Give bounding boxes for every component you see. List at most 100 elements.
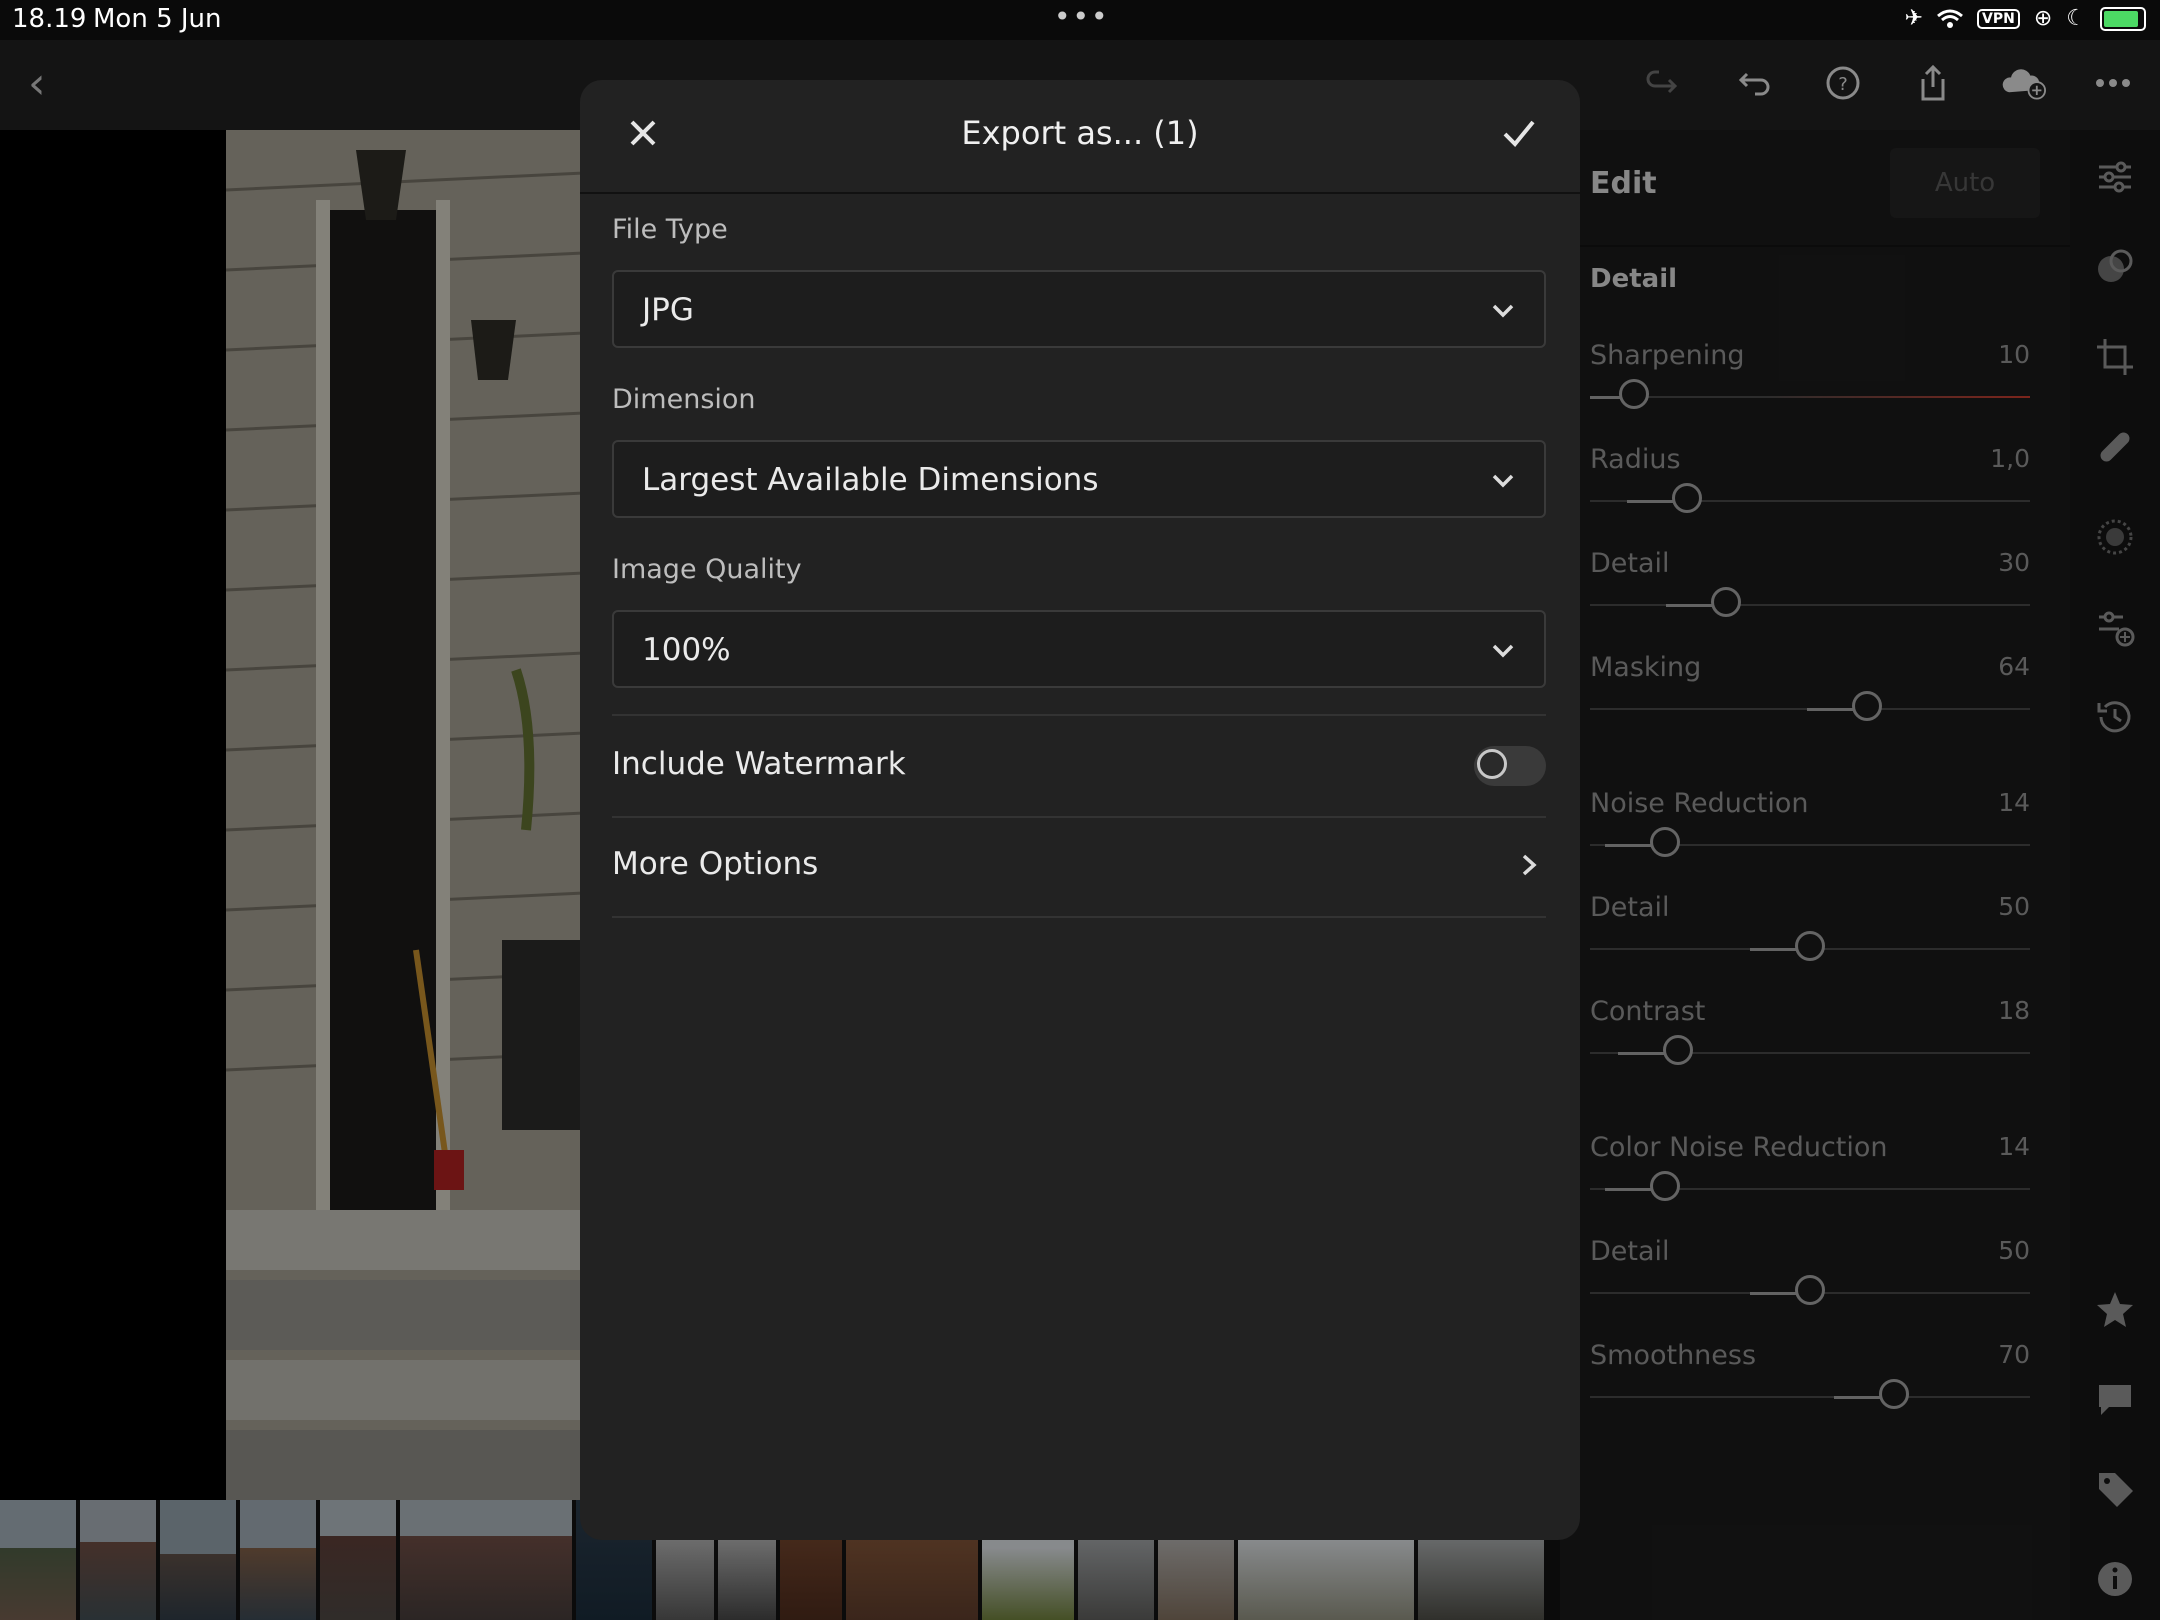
slider-knob[interactable] bbox=[1663, 1035, 1693, 1065]
canvas-background bbox=[0, 130, 226, 1500]
dimension-select[interactable]: Largest Available Dimensions bbox=[612, 440, 1546, 518]
slider-label: Contrast bbox=[1590, 996, 1706, 1027]
slider-label: Radius bbox=[1590, 444, 1681, 475]
slider-knob[interactable] bbox=[1619, 379, 1649, 409]
vpn-badge: VPN bbox=[1977, 8, 2020, 29]
battery-icon bbox=[2100, 6, 2146, 31]
thumbnail[interactable] bbox=[320, 1500, 396, 1620]
slider-track[interactable] bbox=[1590, 604, 2030, 606]
slider-masking[interactable]: Masking 64 bbox=[1590, 652, 2030, 732]
slider-detail[interactable]: Detail 50 bbox=[1590, 1236, 2030, 1316]
slider-knob[interactable] bbox=[1672, 483, 1702, 513]
slider-label: Detail bbox=[1590, 548, 1670, 579]
slider-value: 64 bbox=[1998, 652, 2030, 681]
file-type-label: File Type bbox=[612, 214, 728, 245]
slider-detail[interactable]: Detail 30 bbox=[1590, 548, 2030, 628]
comment-icon[interactable] bbox=[2092, 1376, 2138, 1422]
slider-knob[interactable] bbox=[1650, 827, 1680, 857]
image-quality-select[interactable]: 100% bbox=[612, 610, 1546, 688]
masking-icon[interactable] bbox=[2092, 244, 2138, 290]
confirm-check-icon[interactable] bbox=[1496, 110, 1542, 156]
blur-icon[interactable] bbox=[2092, 514, 2138, 560]
tag-icon[interactable] bbox=[2092, 1466, 2138, 1512]
slider-value: 14 bbox=[1998, 788, 2030, 817]
presets-icon[interactable] bbox=[2092, 604, 2138, 650]
panel-divider bbox=[1560, 245, 2070, 247]
status-icons: ✈ VPN ⊕ ☾ bbox=[1905, 6, 2146, 31]
slider-track[interactable] bbox=[1590, 1396, 2030, 1398]
thumbnail[interactable] bbox=[80, 1500, 156, 1620]
chevron-right-icon[interactable] bbox=[1518, 850, 1542, 880]
info-icon[interactable] bbox=[2092, 1556, 2138, 1602]
wifi-icon bbox=[1937, 9, 1963, 28]
auto-button[interactable]: Auto bbox=[1890, 148, 2040, 218]
slider-value: 50 bbox=[1998, 892, 2030, 921]
slider-label: Smoothness bbox=[1590, 1340, 1757, 1371]
slider-contrast[interactable]: Contrast 18 bbox=[1590, 996, 2030, 1076]
history-icon[interactable] bbox=[2092, 694, 2138, 740]
slider-detail[interactable]: Detail 50 bbox=[1590, 892, 2030, 972]
slider-knob[interactable] bbox=[1795, 1275, 1825, 1305]
file-type-select[interactable]: JPG bbox=[612, 270, 1546, 348]
dialog-header: Export as... (1) bbox=[580, 80, 1580, 194]
chevron-down-icon bbox=[1492, 474, 1514, 488]
chevron-down-icon bbox=[1492, 644, 1514, 658]
watermark-toggle[interactable] bbox=[1474, 746, 1546, 786]
slider-knob[interactable] bbox=[1711, 587, 1741, 617]
slider-label: Color Noise Reduction bbox=[1590, 1132, 1888, 1163]
slider-track[interactable] bbox=[1590, 396, 2030, 398]
slider-value: 10 bbox=[1998, 340, 2030, 369]
slider-value: 50 bbox=[1998, 1236, 2030, 1265]
dimension-label: Dimension bbox=[612, 384, 756, 415]
thumbnail[interactable] bbox=[160, 1500, 236, 1620]
thumbnail[interactable] bbox=[240, 1500, 316, 1620]
slider-knob[interactable] bbox=[1795, 931, 1825, 961]
more-options-label[interactable]: More Options bbox=[612, 846, 818, 882]
status-bar: 18.19 Mon 5 Jun ••• ✈ VPN ⊕ ☾ bbox=[0, 0, 2160, 40]
slider-noise-reduction[interactable]: Noise Reduction 14 bbox=[1590, 788, 2030, 868]
healing-icon[interactable] bbox=[2092, 424, 2138, 470]
section-title: Detail bbox=[1590, 264, 1678, 294]
slider-knob[interactable] bbox=[1852, 691, 1882, 721]
dialog-title: Export as... (1) bbox=[961, 114, 1199, 152]
slider-label: Detail bbox=[1590, 892, 1670, 923]
slider-value: 18 bbox=[1998, 996, 2030, 1025]
file-type-value: JPG bbox=[642, 292, 694, 328]
slider-knob[interactable] bbox=[1879, 1379, 1909, 1409]
slider-radius[interactable]: Radius 1,0 bbox=[1590, 444, 2030, 524]
divider bbox=[612, 816, 1546, 818]
back-icon[interactable]: ‹ bbox=[28, 58, 46, 109]
slider-value: 70 bbox=[1998, 1340, 2030, 1369]
redo-icon[interactable] bbox=[1640, 60, 1686, 106]
tool-sidebar bbox=[2070, 130, 2160, 1620]
slider-value: 14 bbox=[1998, 1132, 2030, 1161]
divider bbox=[612, 916, 1546, 918]
svg-text:?: ? bbox=[1838, 74, 1848, 95]
airplane-icon: ✈ bbox=[1904, 6, 1924, 31]
adjust-sliders-icon[interactable] bbox=[2092, 154, 2138, 200]
moon-icon: ☾ bbox=[2066, 6, 2086, 31]
slider-sharpening[interactable]: Sharpening 10 bbox=[1590, 340, 2030, 420]
edit-panel: Edit Auto ⌄ Detail Sharpening10Radius1,0… bbox=[1560, 130, 2070, 1620]
multitask-dots[interactable]: ••• bbox=[1054, 0, 1110, 33]
slider-value: 1,0 bbox=[1990, 444, 2030, 473]
rating-star-icon[interactable] bbox=[2092, 1286, 2138, 1332]
divider bbox=[612, 714, 1546, 716]
crop-icon[interactable] bbox=[2092, 334, 2138, 380]
more-icon[interactable] bbox=[2090, 60, 2136, 106]
slider-smoothness[interactable]: Smoothness 70 bbox=[1590, 1340, 2030, 1420]
undo-icon[interactable] bbox=[1730, 60, 1776, 106]
slider-color-noise-reduction[interactable]: Color Noise Reduction 14 bbox=[1590, 1132, 2030, 1212]
slider-label: Detail bbox=[1590, 1236, 1670, 1267]
edit-title: Edit bbox=[1590, 166, 1657, 201]
thumbnail[interactable] bbox=[400, 1500, 572, 1620]
thumbnail[interactable] bbox=[0, 1500, 76, 1620]
help-icon[interactable]: ? bbox=[1820, 60, 1866, 106]
image-quality-label: Image Quality bbox=[612, 554, 802, 585]
share-icon[interactable] bbox=[1910, 60, 1956, 106]
slider-value: 30 bbox=[1998, 548, 2030, 577]
cloud-add-icon[interactable] bbox=[2000, 60, 2046, 106]
slider-knob[interactable] bbox=[1650, 1171, 1680, 1201]
slider-label: Masking bbox=[1590, 652, 1702, 683]
dimension-value: Largest Available Dimensions bbox=[642, 462, 1099, 498]
